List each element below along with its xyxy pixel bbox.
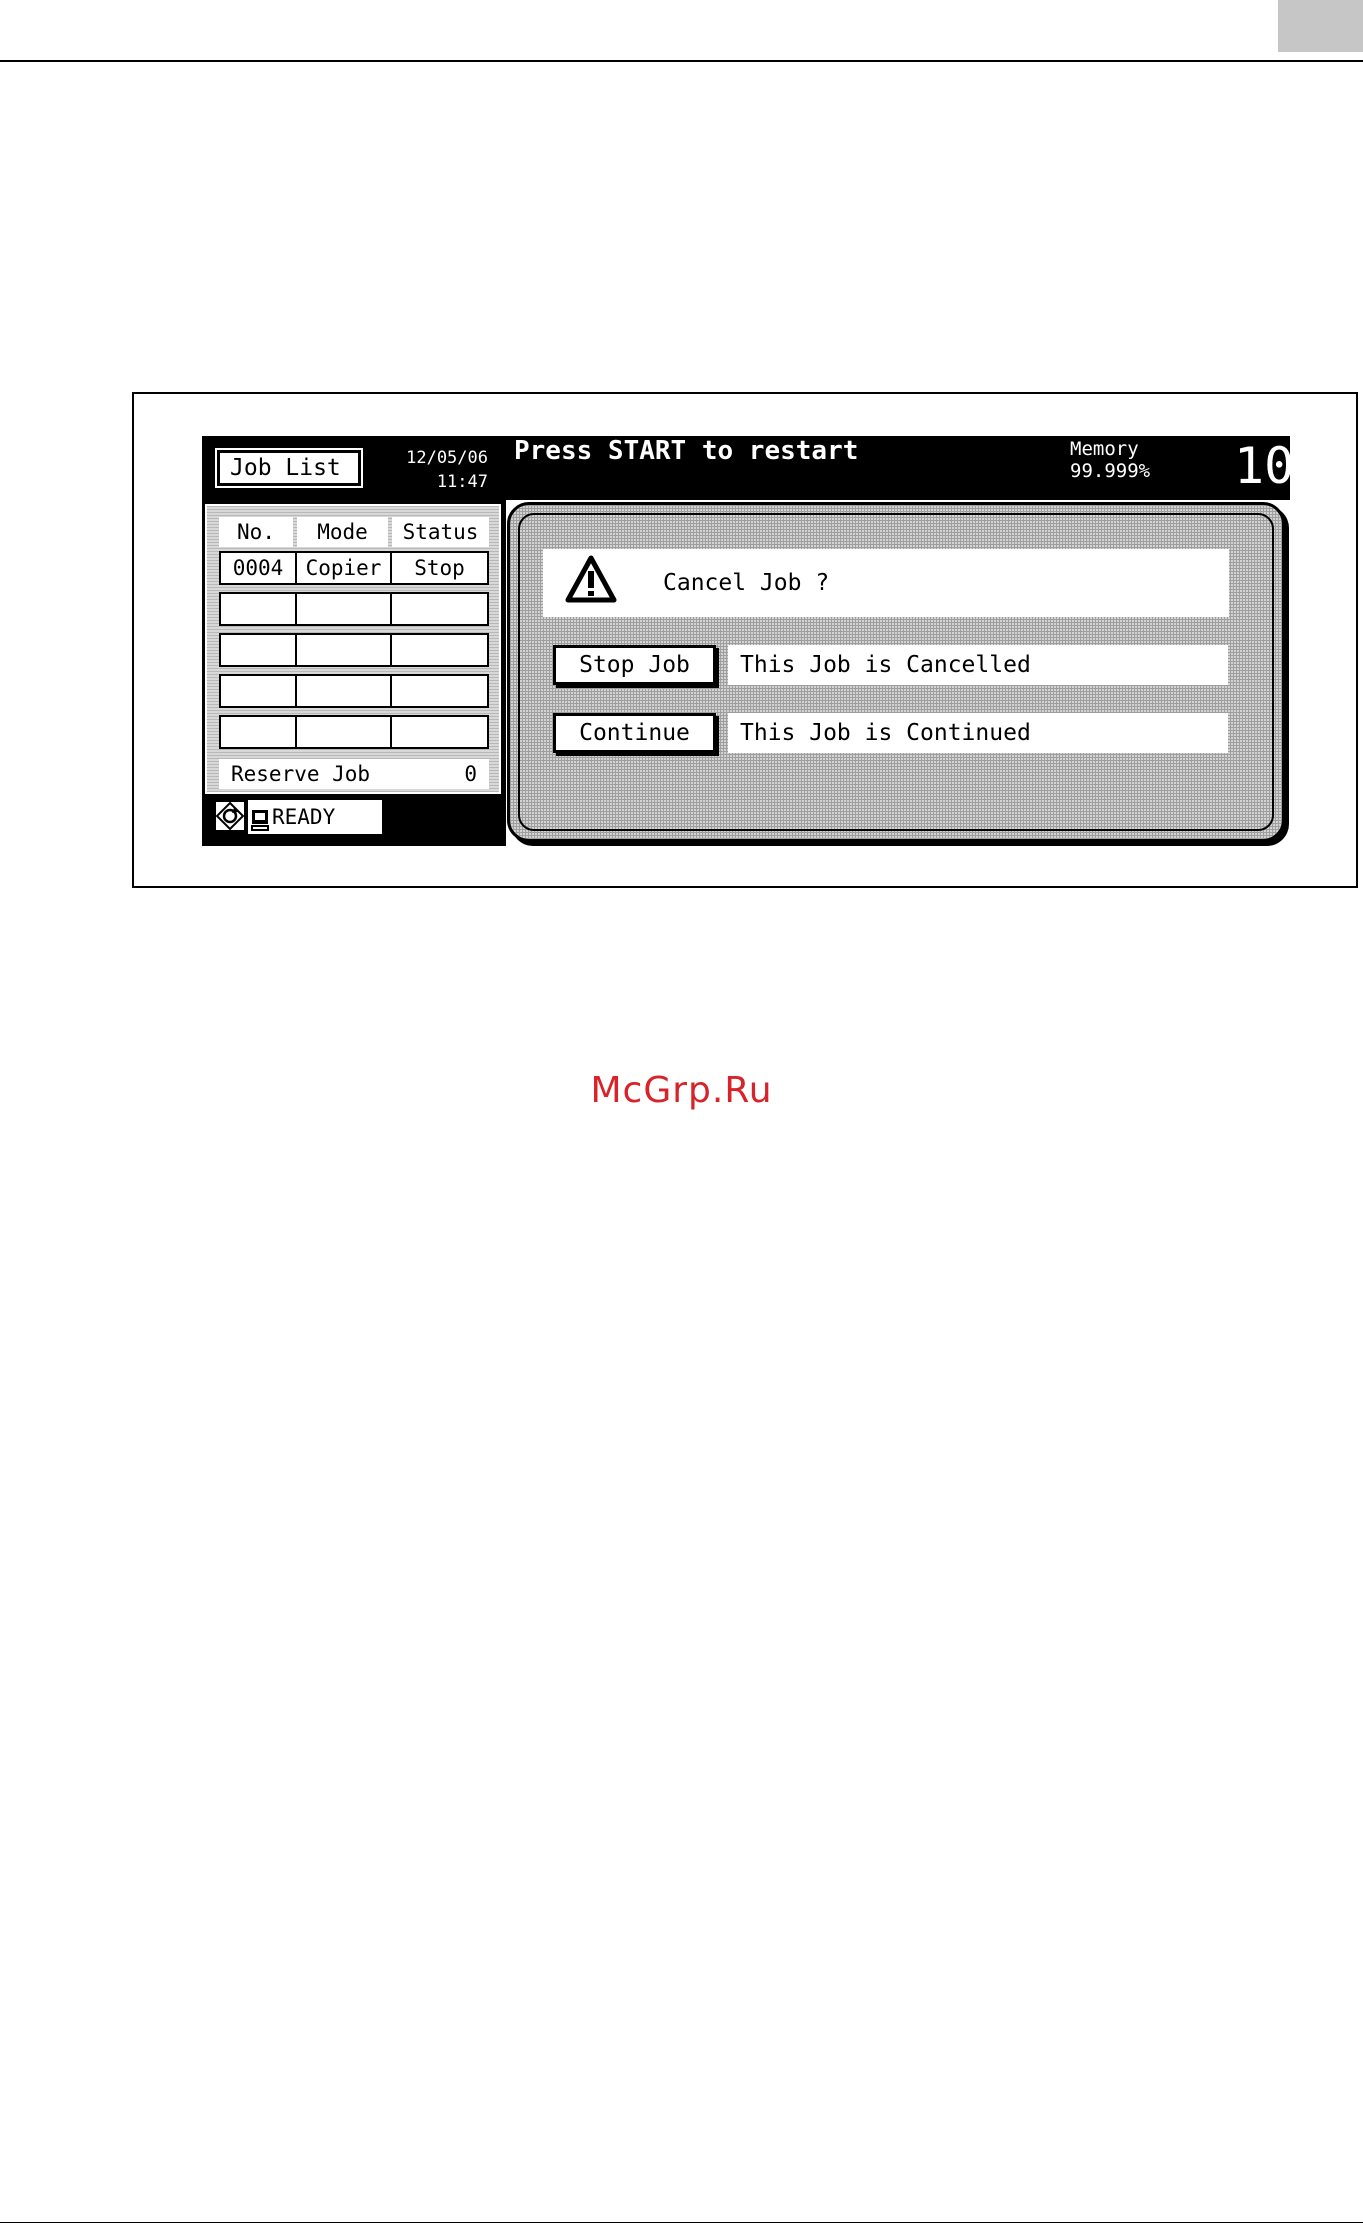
- warning-icon: [565, 554, 617, 610]
- table-row[interactable]: [219, 715, 489, 749]
- job-status: [390, 717, 487, 747]
- job-number: 0004: [232, 556, 284, 580]
- job-number: [221, 717, 295, 747]
- stop-job-description: This Job is Cancelled: [728, 645, 1228, 685]
- column-header-status: Status: [392, 517, 489, 547]
- cancel-job-dialog: Cancel Job ? Stop Job This Job is Cancel…: [507, 502, 1285, 842]
- job-status: [390, 594, 487, 624]
- copier-touch-screen: Job List 12/05/06 11:47 Press START to r…: [202, 436, 1294, 846]
- job-number: [221, 594, 295, 624]
- status-message: Press START to restart: [514, 436, 859, 466]
- dialog-prompt: Cancel Job ?: [543, 549, 1229, 617]
- table-row[interactable]: [219, 592, 489, 626]
- ready-indicator: READY: [248, 800, 382, 834]
- time-readout: 11:47: [436, 472, 488, 492]
- date-readout: 12/05/06: [406, 448, 488, 468]
- device-icon: [250, 807, 270, 831]
- ready-text: READY: [272, 805, 336, 829]
- job-number: [221, 676, 295, 706]
- job-status: Stop: [390, 553, 487, 583]
- job-list-panel: No. Mode Status 0004 Copier Stop Reserve…: [205, 504, 501, 794]
- header-rule: [0, 60, 1363, 62]
- dialog-prompt-text: Cancel Job ?: [663, 570, 830, 596]
- table-row[interactable]: [219, 633, 489, 667]
- column-header-mode: Mode: [297, 517, 388, 547]
- copy-counter: 10: [1234, 437, 1295, 495]
- job-list-button[interactable]: Job List: [215, 448, 363, 488]
- reserve-job-count: 0: [464, 762, 477, 786]
- job-status: [390, 635, 487, 665]
- job-status: [390, 676, 487, 706]
- footer-rule: [0, 2222, 1363, 2223]
- job-mode: [295, 717, 390, 747]
- continue-description: This Job is Continued: [728, 713, 1228, 753]
- table-row[interactable]: [219, 674, 489, 708]
- job-mode: [295, 676, 390, 706]
- stop-job-button[interactable]: Stop Job: [553, 645, 716, 685]
- job-mode: [295, 635, 390, 665]
- network-status-icon: [214, 800, 246, 832]
- memory-label: Memory: [1070, 438, 1139, 460]
- status-bar: READY: [214, 800, 382, 834]
- memory-value: 99.999%: [1070, 460, 1151, 482]
- reserve-job-row: Reserve Job 0: [219, 759, 489, 789]
- reserve-job-label: Reserve Job: [231, 762, 371, 786]
- job-number: [221, 635, 295, 665]
- watermark-text: McGrp.Ru: [590, 1070, 773, 1111]
- job-mode: [295, 594, 390, 624]
- continue-button[interactable]: Continue: [553, 713, 716, 753]
- page-corner-tab: [1278, 0, 1363, 52]
- column-header-no: No.: [219, 517, 293, 547]
- job-mode: Copier: [295, 553, 390, 583]
- table-row[interactable]: 0004 Copier Stop: [219, 551, 489, 585]
